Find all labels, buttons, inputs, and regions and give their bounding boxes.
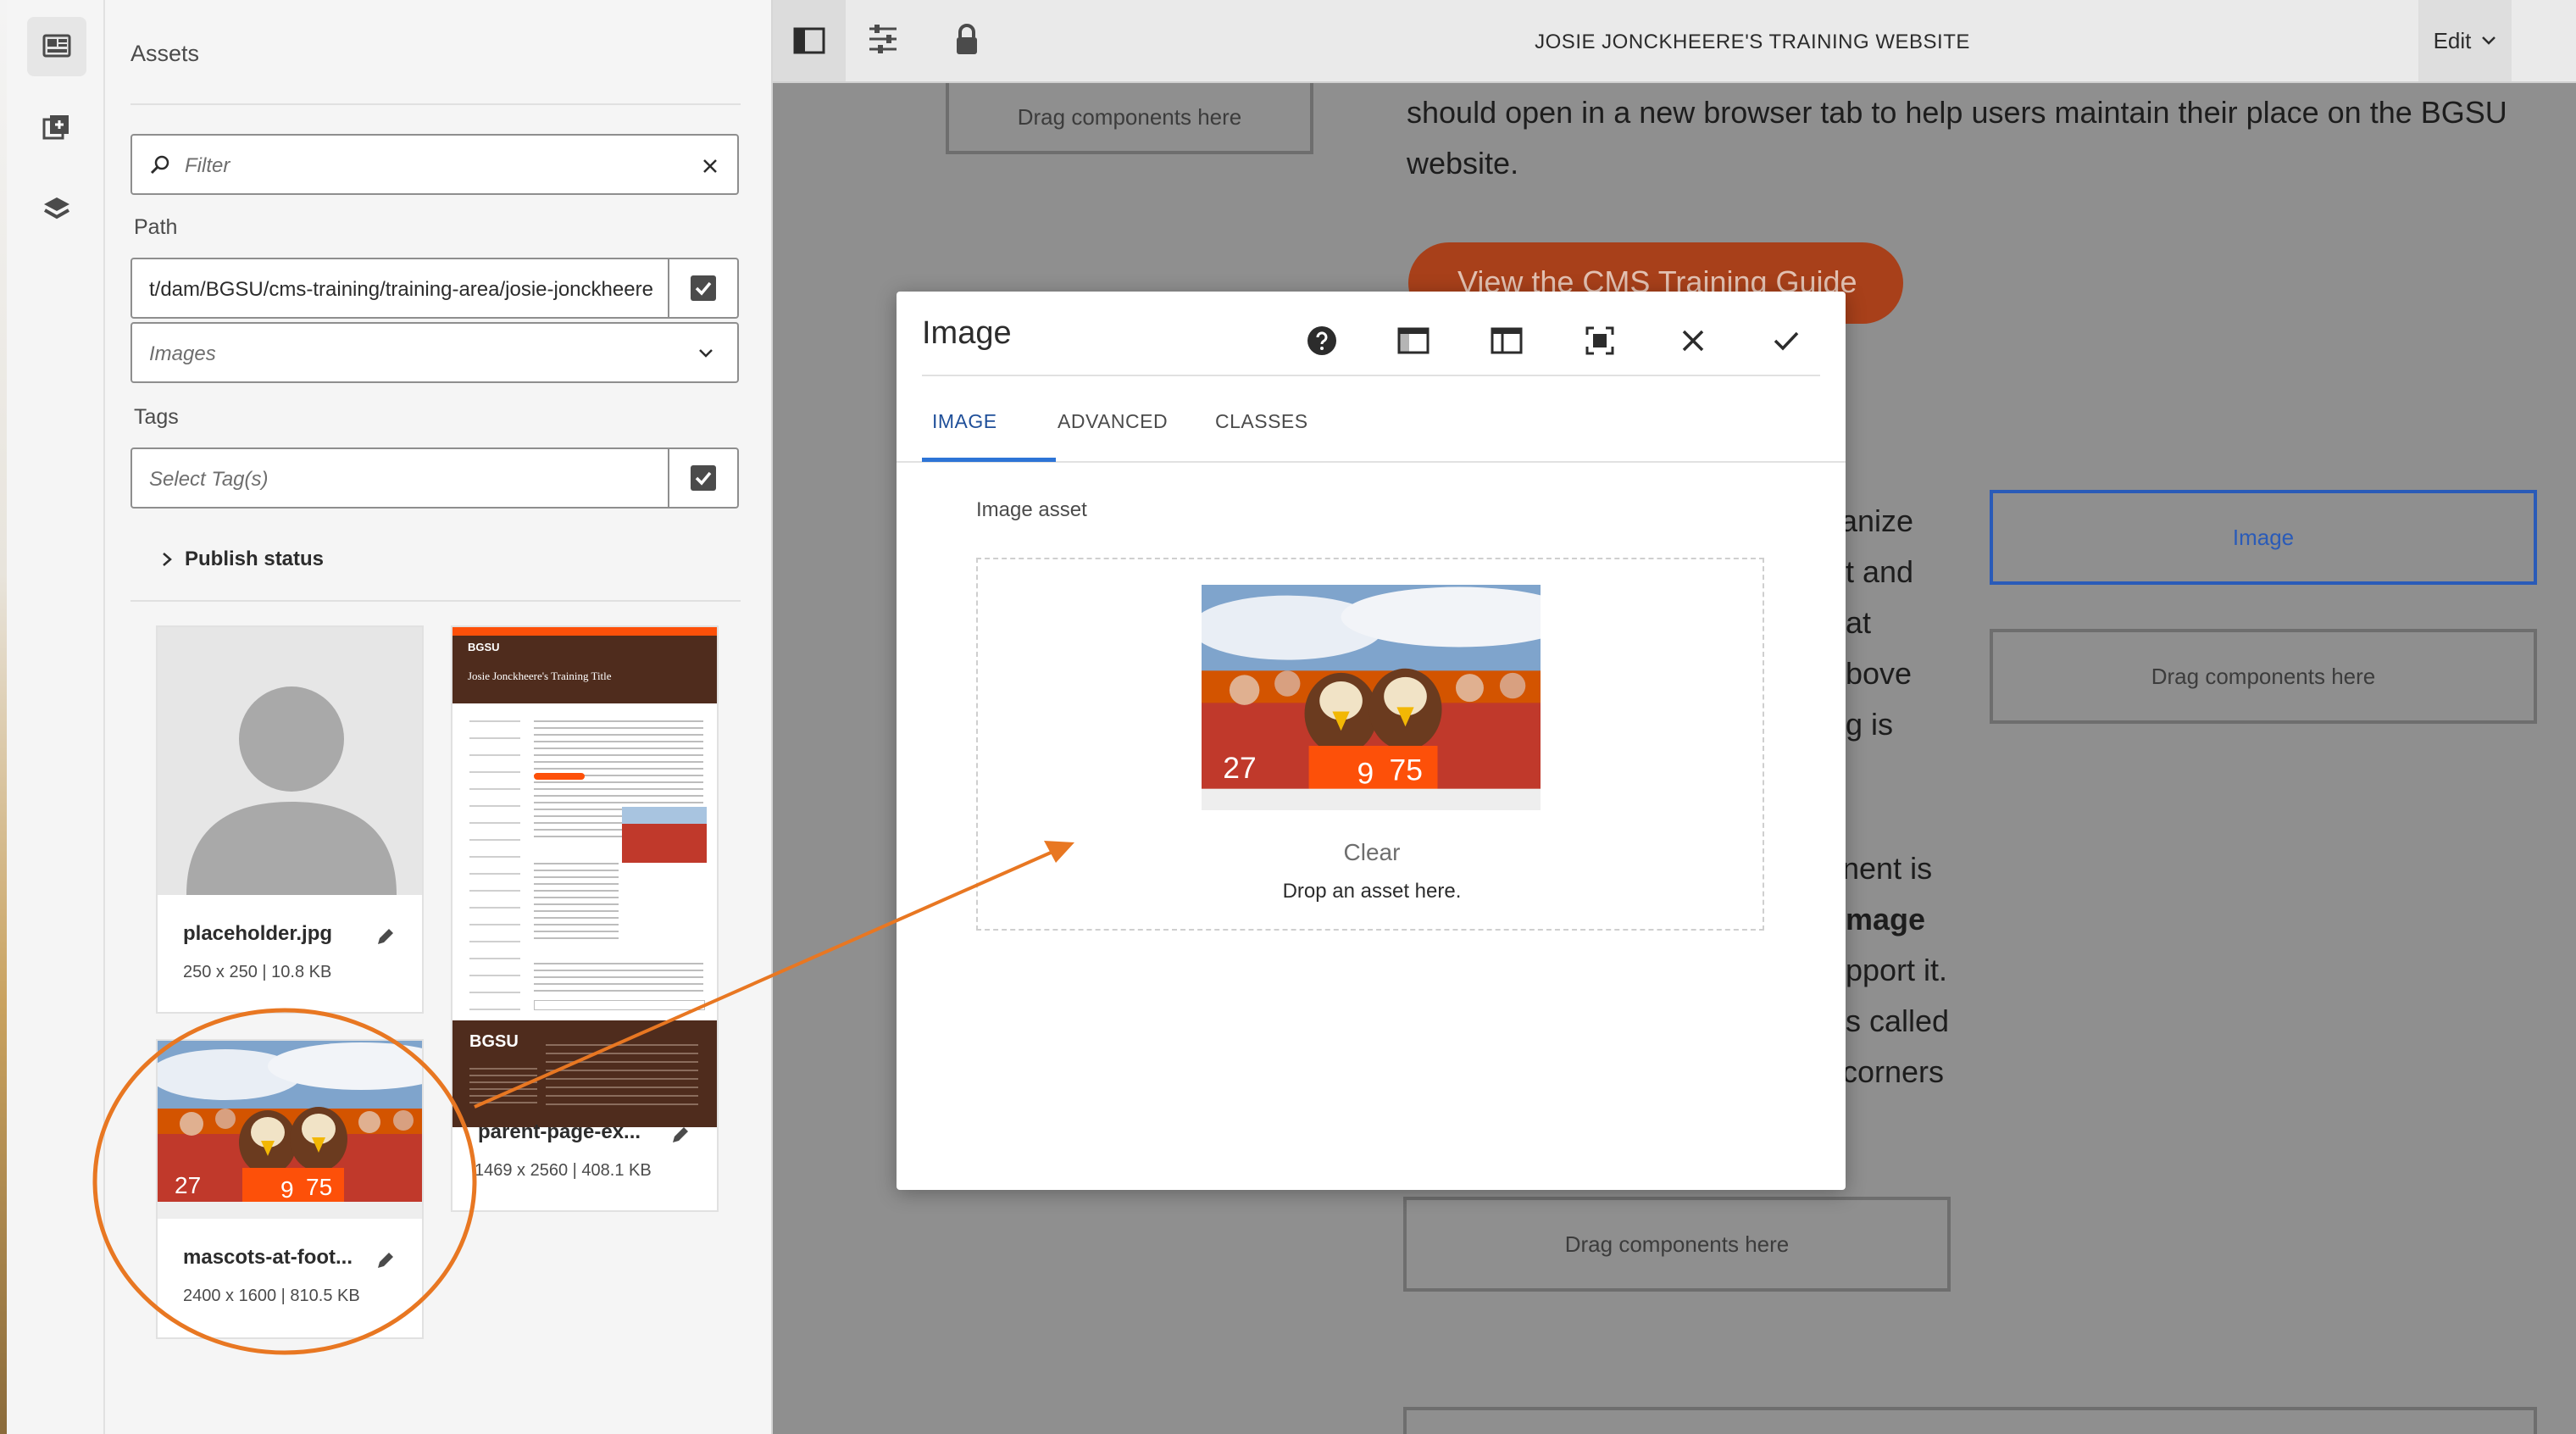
- annotation-circle: [92, 1008, 477, 1355]
- annotation-overlay: [92, 841, 1074, 1355]
- annotation-arrow: [474, 851, 1052, 1109]
